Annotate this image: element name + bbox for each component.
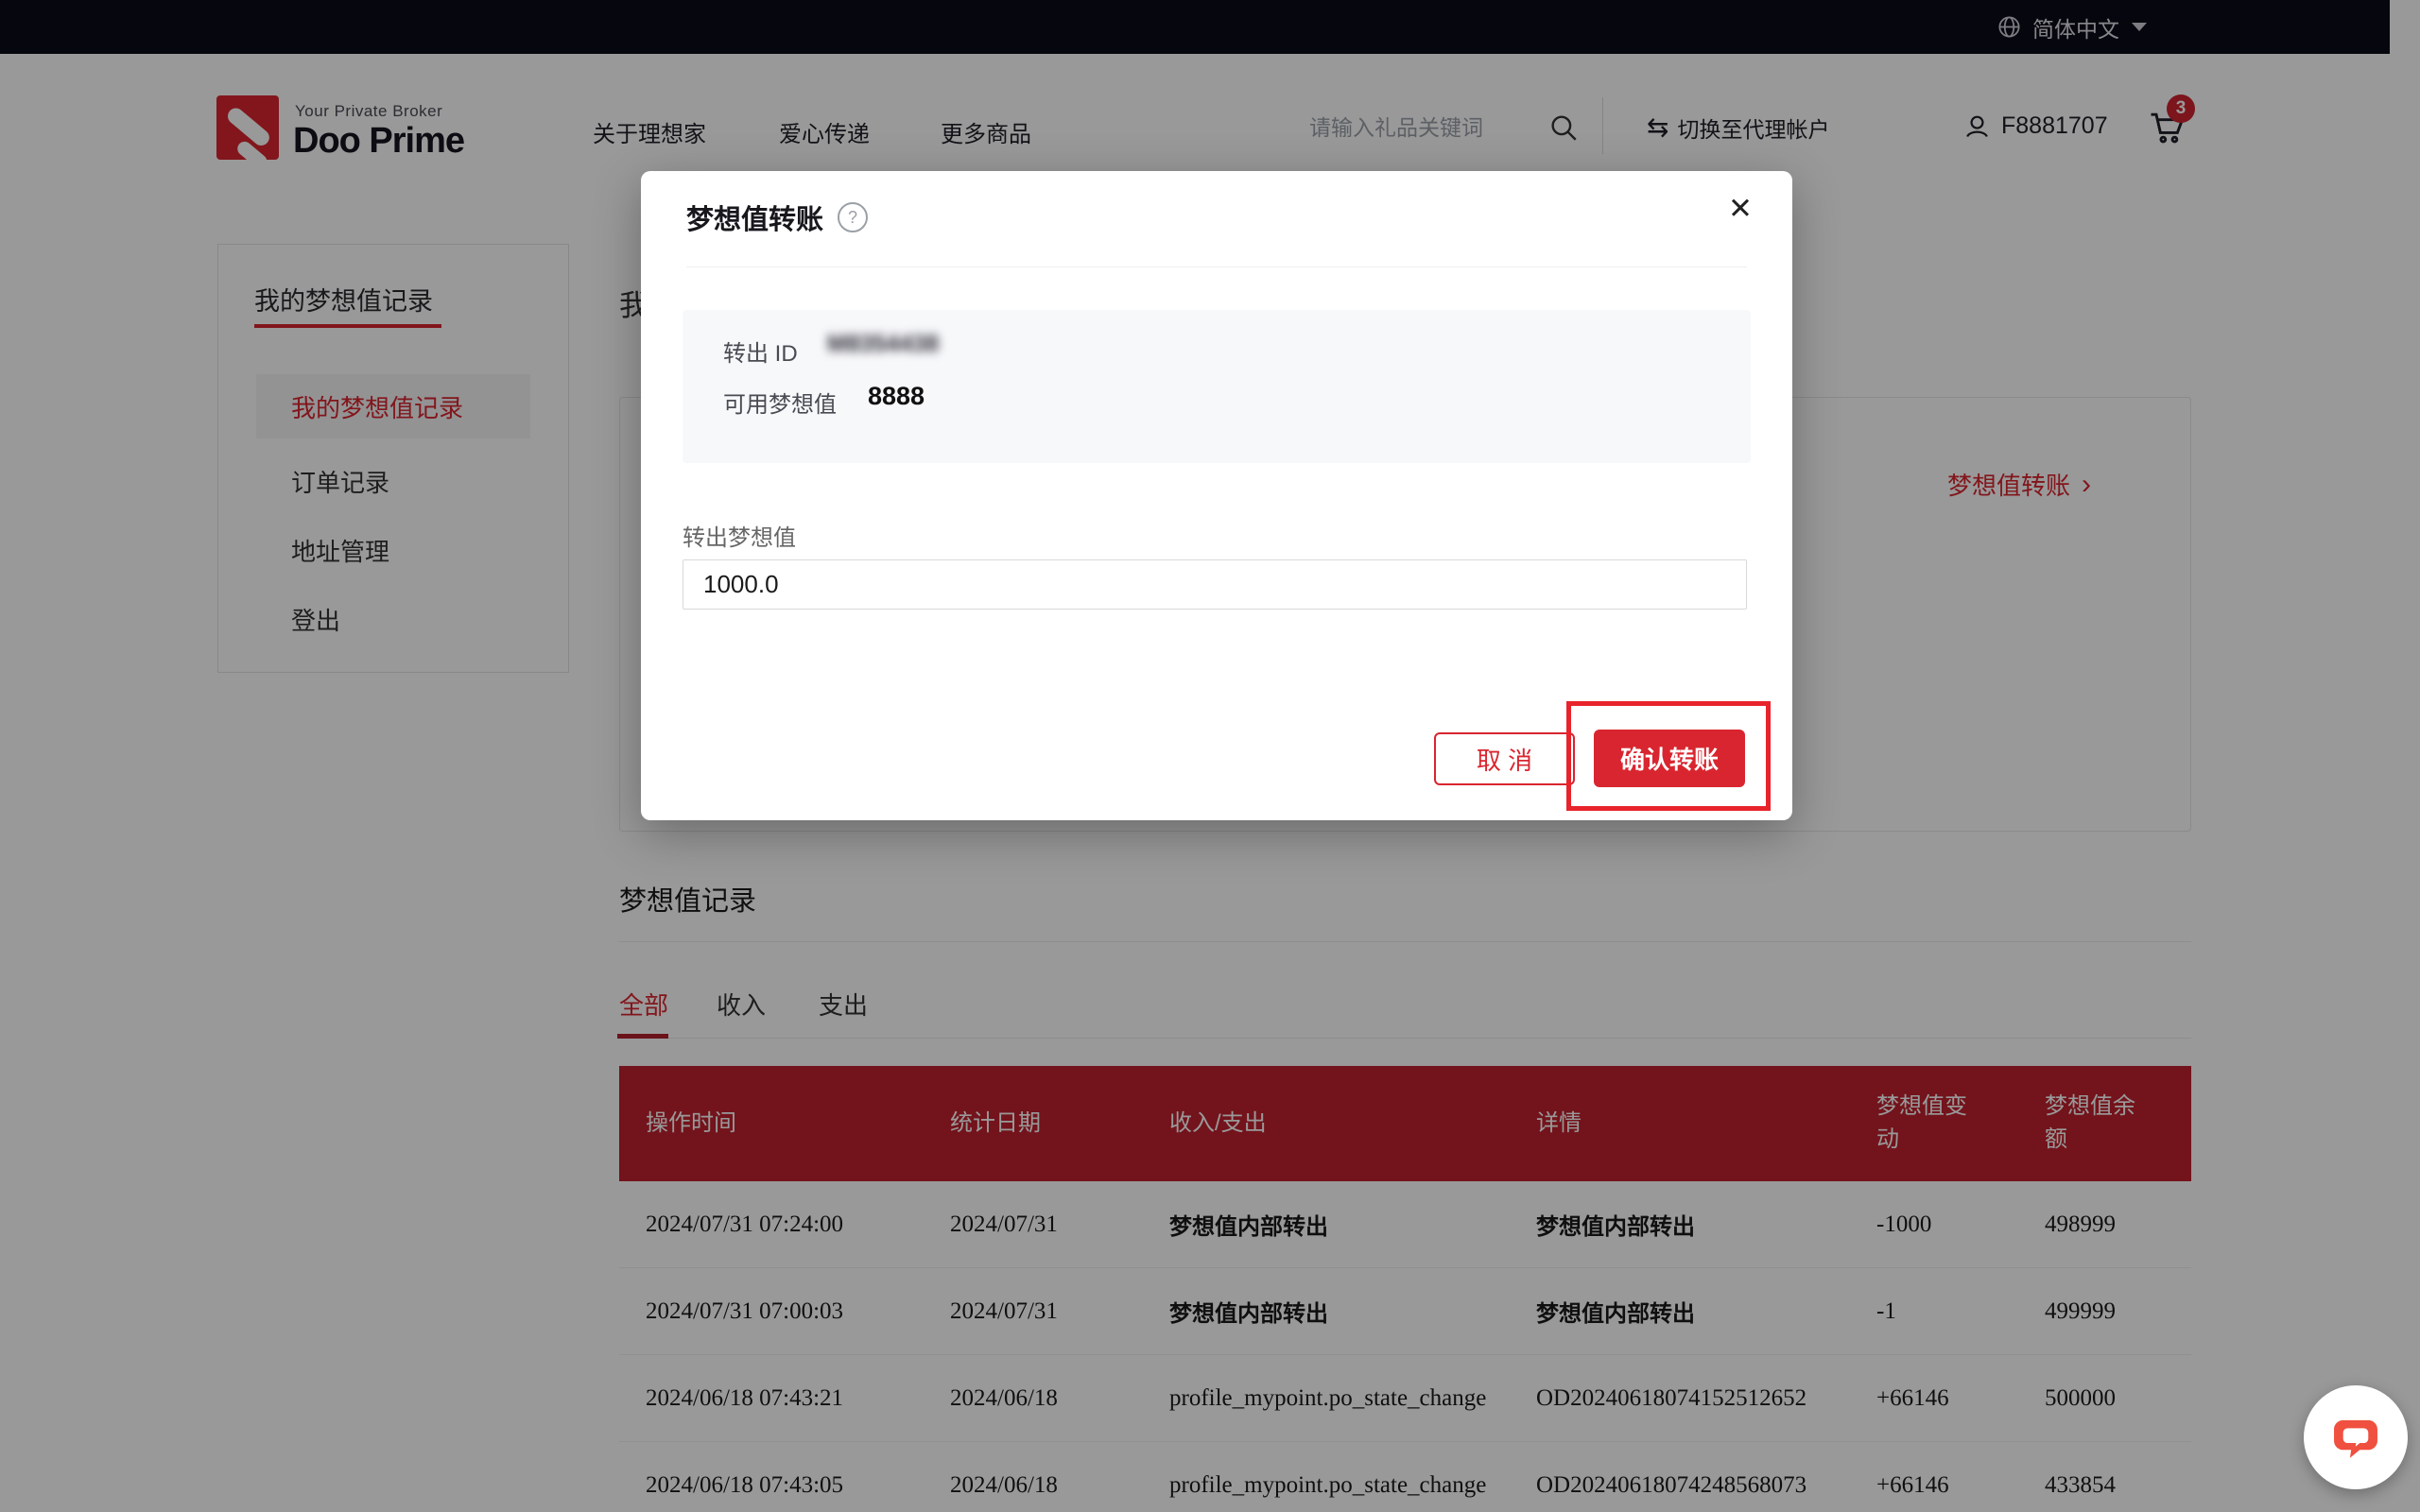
close-icon[interactable]: ✕ — [1728, 194, 1753, 223]
modal-divider — [686, 266, 1747, 267]
modal-title: 梦想值转账 — [686, 198, 823, 237]
transfer-info-box: 转出 ID M8354438 可用梦想值 8888 — [683, 310, 1751, 463]
page: 简体中文 Your Private Broker Doo Prime 关于理想家… — [0, 0, 2420, 1512]
annotation-highlight-box — [1566, 701, 1771, 811]
from-id-label: 转出 ID — [723, 335, 798, 368]
live-chat-button[interactable] — [2304, 1385, 2408, 1489]
from-id-value-blurred: M8354438 — [827, 331, 939, 358]
chat-bubble-icon — [2328, 1410, 2383, 1465]
available-value: 8888 — [868, 382, 925, 411]
available-label: 可用梦想值 — [723, 386, 837, 419]
modal-titlebar: 梦想值转账 ? — [686, 198, 868, 237]
amount-input[interactable] — [683, 559, 1747, 610]
help-icon[interactable]: ? — [838, 202, 868, 232]
amount-label: 转出梦想值 — [683, 519, 796, 552]
cancel-button[interactable]: 取 消 — [1434, 732, 1575, 785]
